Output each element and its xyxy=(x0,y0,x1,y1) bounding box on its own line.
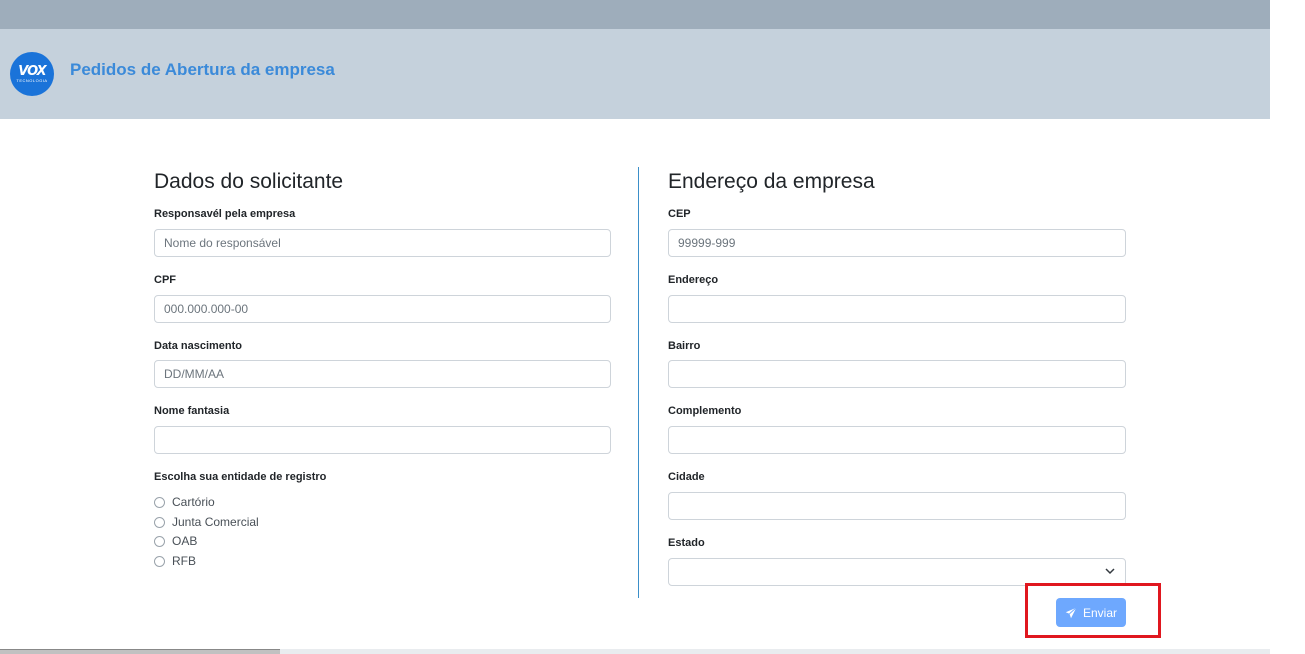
logo-text: VOX xyxy=(18,64,46,79)
birthdate-label: Data nascimento xyxy=(154,340,243,352)
radio-option-cartorio[interactable]: Cartório xyxy=(154,495,215,509)
radio-option-rfb[interactable]: RFB xyxy=(154,554,196,568)
cpf-label: CPF xyxy=(154,274,176,286)
address-section-title: Endereço da empresa xyxy=(668,170,875,193)
responsavel-input[interactable] xyxy=(154,229,611,257)
cep-label: CEP xyxy=(668,208,691,220)
city-input[interactable] xyxy=(668,492,1126,520)
applicant-section-title: Dados do solicitante xyxy=(154,170,344,193)
radio-circle[interactable] xyxy=(154,496,165,508)
neighborhood-input[interactable] xyxy=(668,360,1126,388)
radio-label: Junta Comercial xyxy=(172,515,259,529)
radio-option-oab[interactable]: OAB xyxy=(154,534,197,548)
top-strip xyxy=(0,0,1270,29)
column-divider xyxy=(638,167,639,598)
vox-logo: VOX TECNOLOGIA xyxy=(10,52,54,96)
address-label: Endereço xyxy=(668,274,719,286)
responsavel-label: Responsavél pela empresa xyxy=(154,208,296,220)
state-select[interactable] xyxy=(668,558,1126,586)
state-label: Estado xyxy=(668,537,705,549)
trade-name-label: Nome fantasia xyxy=(154,405,230,417)
radio-circle[interactable] xyxy=(154,535,165,547)
complement-label: Complemento xyxy=(668,405,742,417)
trade-name-input[interactable] xyxy=(154,426,611,454)
highlight-box xyxy=(1025,583,1161,638)
logo-subtext: TECNOLOGIA xyxy=(16,78,48,83)
radio-option-junta-comercial[interactable]: Junta Comercial xyxy=(154,515,259,529)
neighborhood-label: Bairro xyxy=(668,340,701,352)
radio-circle[interactable] xyxy=(154,555,165,567)
radio-circle[interactable] xyxy=(154,516,165,528)
scrollbar-thumb[interactable] xyxy=(0,649,280,654)
radio-label: Cartório xyxy=(172,495,215,509)
cpf-input[interactable] xyxy=(154,295,611,323)
radio-label: RFB xyxy=(172,554,196,568)
city-label: Cidade xyxy=(668,471,705,483)
complement-input[interactable] xyxy=(668,426,1126,454)
page-title: Pedidos de Abertura da empresa xyxy=(70,60,335,79)
cep-input[interactable] xyxy=(668,229,1126,257)
birthdate-input[interactable] xyxy=(154,360,611,388)
address-input[interactable] xyxy=(668,295,1126,323)
radio-label: OAB xyxy=(172,534,198,548)
chevron-down-icon xyxy=(1105,568,1115,575)
registry-entity-label: Escolha sua entidade de registro xyxy=(154,471,327,483)
horizontal-scrollbar[interactable] xyxy=(0,649,1270,654)
